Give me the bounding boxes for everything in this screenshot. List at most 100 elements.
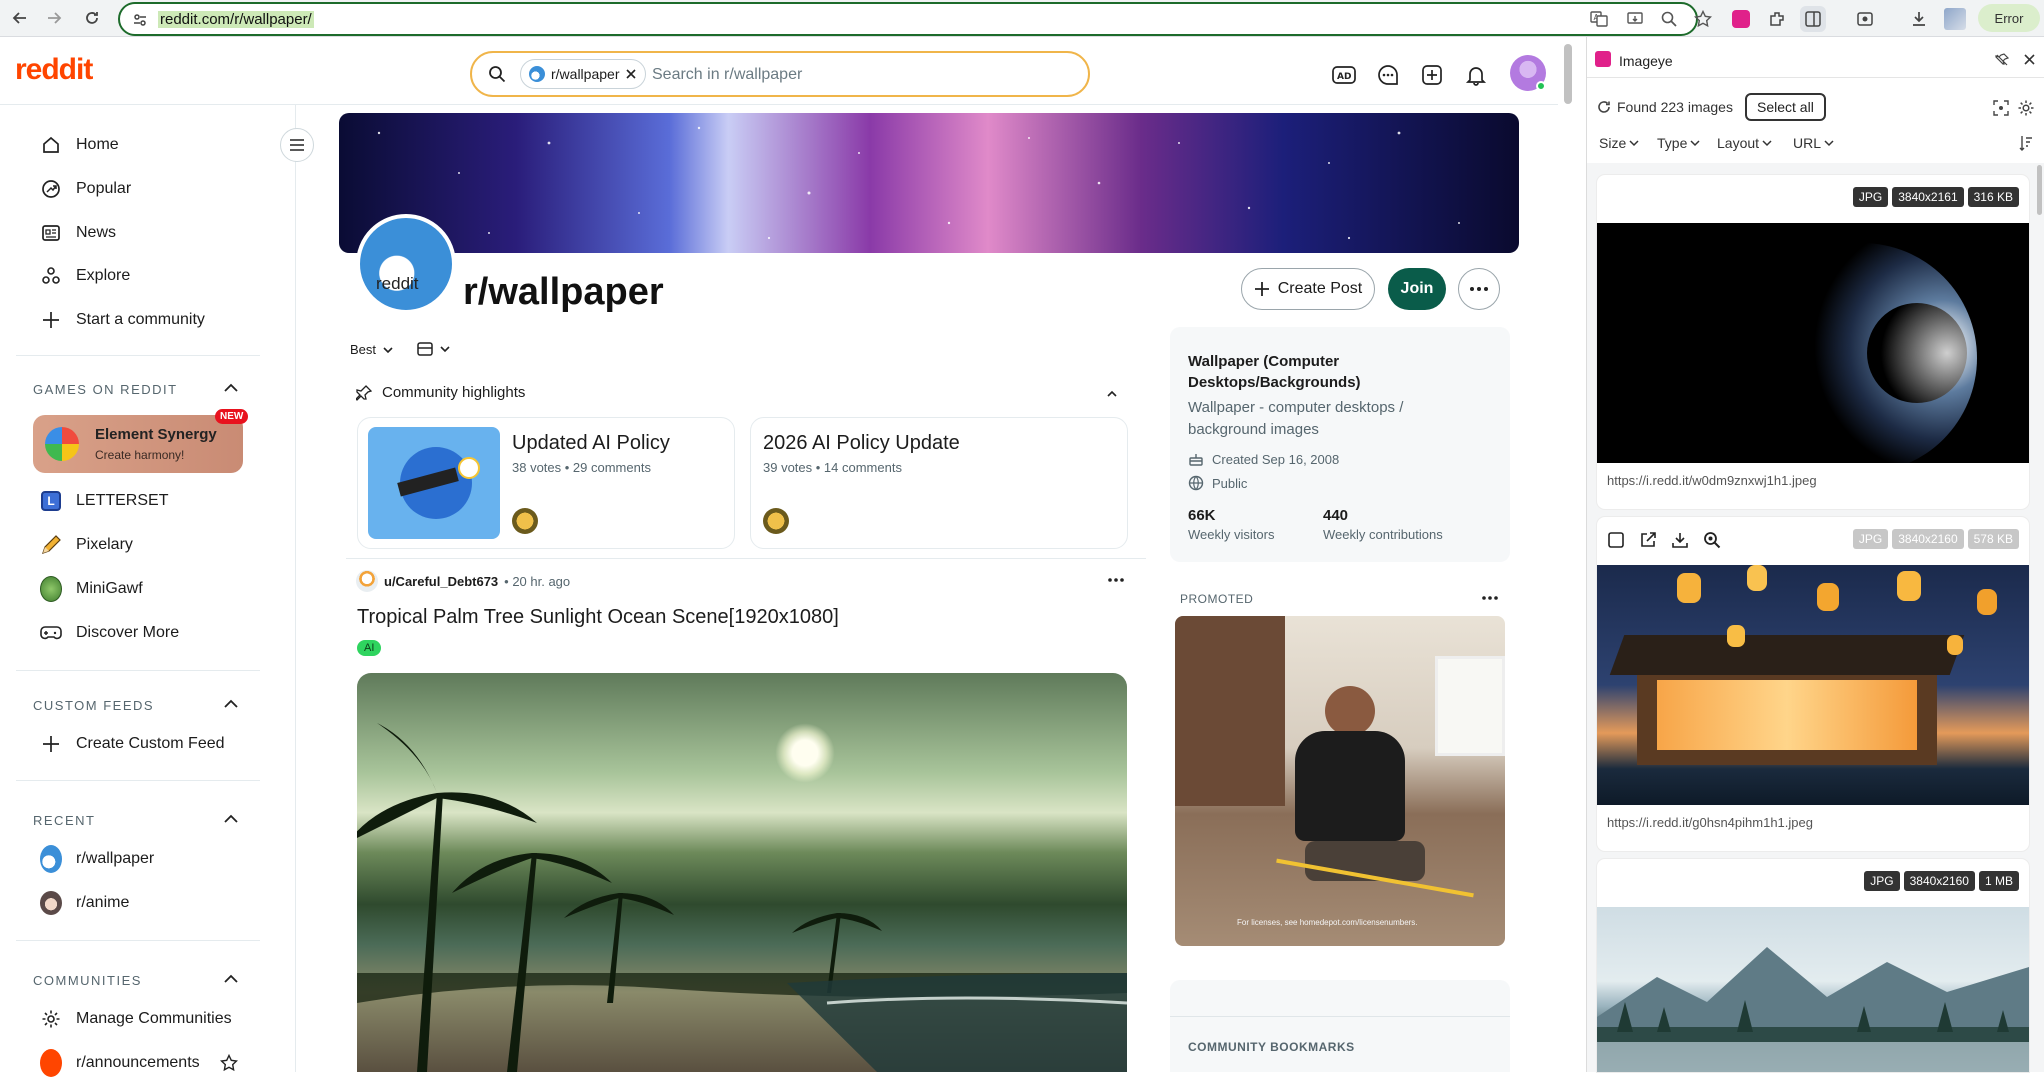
select-all-button[interactable]: Select all xyxy=(1745,93,1826,121)
chevron-up-icon[interactable] xyxy=(222,379,240,397)
community-announcements[interactable]: r/announcements xyxy=(40,1049,238,1077)
open-new-tab-icon[interactable] xyxy=(1639,531,1657,549)
image-card[interactable]: JPG 3840x2160 1 MB xyxy=(1597,859,2029,1072)
chevron-up-icon[interactable] xyxy=(1105,387,1119,401)
reddit-logo[interactable]: reddit xyxy=(15,53,93,87)
chat-icon[interactable] xyxy=(1374,61,1402,89)
zoom-icon[interactable] xyxy=(1660,10,1678,28)
sort-icon[interactable] xyxy=(2019,135,2033,151)
collapse-sidebar-button[interactable] xyxy=(280,128,314,162)
forward-icon[interactable] xyxy=(40,4,68,32)
post-flair[interactable]: AI xyxy=(357,640,382,656)
join-button[interactable]: Join xyxy=(1388,268,1446,310)
image-preview-earth[interactable] xyxy=(1597,223,2029,463)
create-post-button[interactable]: Create Post xyxy=(1241,268,1375,310)
filter-type[interactable]: Type xyxy=(1657,135,1700,151)
nav-home[interactable]: Home xyxy=(40,133,119,157)
imageye-title: Imageye xyxy=(1619,53,1673,69)
communities-heading: COMMUNITIES xyxy=(33,973,142,988)
search-scope-chip[interactable]: r/wallpaper xyxy=(520,59,647,89)
game-letterset[interactable]: L LETTERSET xyxy=(40,489,168,513)
game-pixelary[interactable]: Pixelary xyxy=(40,533,133,557)
page-scrollbar[interactable] xyxy=(1564,44,1572,104)
element-synergy-icon xyxy=(45,427,79,461)
discover-more[interactable]: Discover More xyxy=(40,621,179,645)
extensions-icon[interactable] xyxy=(1764,6,1790,32)
sort-dropdown[interactable]: Best xyxy=(350,342,394,357)
image-preview-mountains[interactable] xyxy=(1597,907,2029,1072)
create-post-icon[interactable] xyxy=(1418,61,1446,89)
media-control-icon[interactable] xyxy=(1852,6,1878,32)
filter-url[interactable]: URL xyxy=(1793,135,1834,151)
address-bar[interactable]: reddit.com/r/wallpaper/ A xyxy=(118,2,1712,36)
online-status-dot xyxy=(1536,81,1546,91)
post-image[interactable] xyxy=(357,673,1127,1072)
profile-avatar-icon[interactable] xyxy=(1942,6,1968,32)
image-card[interactable]: JPG 3840x2161 316 KB https://i.redd.it/w0d… xyxy=(1597,175,2029,509)
image-card[interactable]: JPG 3840x2160 578 KB https://i.redd.it/g0h… xyxy=(1597,517,2029,851)
notifications-icon[interactable] xyxy=(1462,61,1490,89)
chevron-up-icon[interactable] xyxy=(222,970,240,988)
promoted-ad-image[interactable]: For licenses, see homedepot.com/licensen… xyxy=(1175,616,1505,946)
post-title[interactable]: Tropical Palm Tree Sunlight Ocean Scene[… xyxy=(357,606,839,629)
search-bar[interactable]: r/wallpaper Search in r/wallpaper xyxy=(470,51,1090,97)
chevron-down-icon xyxy=(383,346,393,353)
panel-scrollbar[interactable] xyxy=(2037,165,2042,215)
filter-layout[interactable]: Layout xyxy=(1717,135,1772,151)
view-dropdown[interactable] xyxy=(417,342,451,356)
stat-value: 440 xyxy=(1323,507,1349,524)
featured-game-card[interactable]: Element Synergy Create harmony! NEW xyxy=(33,409,249,473)
more-options-button[interactable] xyxy=(1458,268,1500,310)
search-image-icon[interactable] xyxy=(1703,531,1721,549)
download-image-icon[interactable] xyxy=(1671,531,1689,549)
close-icon[interactable] xyxy=(625,68,637,80)
site-info-icon[interactable] xyxy=(132,12,148,28)
recent-wallpaper[interactable]: r/wallpaper xyxy=(40,845,154,873)
imageye-extension-icon[interactable] xyxy=(1728,6,1754,32)
image-url[interactable]: https://i.redd.it/w0dm9znxwj1h1.jpeg xyxy=(1607,473,1817,488)
image-preview-lanterns[interactable] xyxy=(1597,565,2029,805)
author-avatar[interactable] xyxy=(356,570,378,592)
filter-size[interactable]: Size xyxy=(1599,135,1639,151)
game-minigawf[interactable]: MiniGawf xyxy=(40,576,143,602)
back-icon[interactable] xyxy=(6,4,34,32)
manage-communities[interactable]: Manage Communities xyxy=(40,1007,232,1031)
close-panel-icon[interactable] xyxy=(2023,53,2036,66)
settings-gear-icon[interactable] xyxy=(2017,99,2035,117)
bookmark-star-icon[interactable] xyxy=(1694,10,1712,28)
chevron-up-icon[interactable] xyxy=(222,695,240,713)
post-options-icon[interactable] xyxy=(1108,578,1124,582)
chevron-up-icon[interactable] xyxy=(222,810,240,828)
refresh-found-images[interactable]: Found 223 images xyxy=(1597,99,1733,115)
recent-anime[interactable]: r/anime xyxy=(40,891,129,915)
ad-caption: For licenses, see homedepot.com/licensen… xyxy=(1237,918,1418,927)
nav-news[interactable]: News xyxy=(40,221,116,245)
subreddit-chip-avatar xyxy=(529,66,545,82)
translate-icon[interactable]: A xyxy=(1590,10,1608,28)
highlight-card[interactable]: 2026 AI Policy Update 39 votes • 14 comm… xyxy=(750,417,1128,549)
favorite-star-icon[interactable] xyxy=(219,1054,238,1072)
community-highlights-header[interactable]: Community highlights xyxy=(356,384,525,401)
image-url[interactable]: https://i.redd.it/g0hsn4pihm1h1.jpeg xyxy=(1607,815,1813,830)
nav-explore[interactable]: Explore xyxy=(40,264,130,288)
select-checkbox-icon[interactable] xyxy=(1607,531,1625,549)
highlight-card[interactable]: Updated AI Policy 38 votes • 29 comments xyxy=(357,417,735,549)
nav-start-community[interactable]: Start a community xyxy=(40,308,205,332)
advertise-icon[interactable]: AD xyxy=(1330,61,1358,89)
profile-error-button[interactable]: Error xyxy=(1978,4,2040,32)
stat-value: 66K xyxy=(1188,507,1216,524)
reload-icon[interactable] xyxy=(78,4,106,32)
create-custom-feed[interactable]: Create Custom Feed xyxy=(40,732,225,756)
subreddit-name: r/wallpaper xyxy=(463,271,664,313)
image-tags: JPG 3840x2161 316 KB xyxy=(1849,187,2019,207)
search-input[interactable]: Search in r/wallpaper xyxy=(652,66,802,84)
post-author[interactable]: u/Careful_Debt673 xyxy=(384,574,498,589)
install-icon[interactable] xyxy=(1626,10,1644,28)
nav-popular[interactable]: Popular xyxy=(40,177,131,201)
screenshot-select-icon[interactable] xyxy=(1993,100,2009,116)
ad-options-icon[interactable] xyxy=(1482,596,1498,600)
unpin-icon[interactable] xyxy=(1995,53,2009,67)
user-avatar[interactable] xyxy=(1510,55,1546,91)
download-icon[interactable] xyxy=(1906,6,1932,32)
side-panel-icon[interactable] xyxy=(1800,6,1826,32)
